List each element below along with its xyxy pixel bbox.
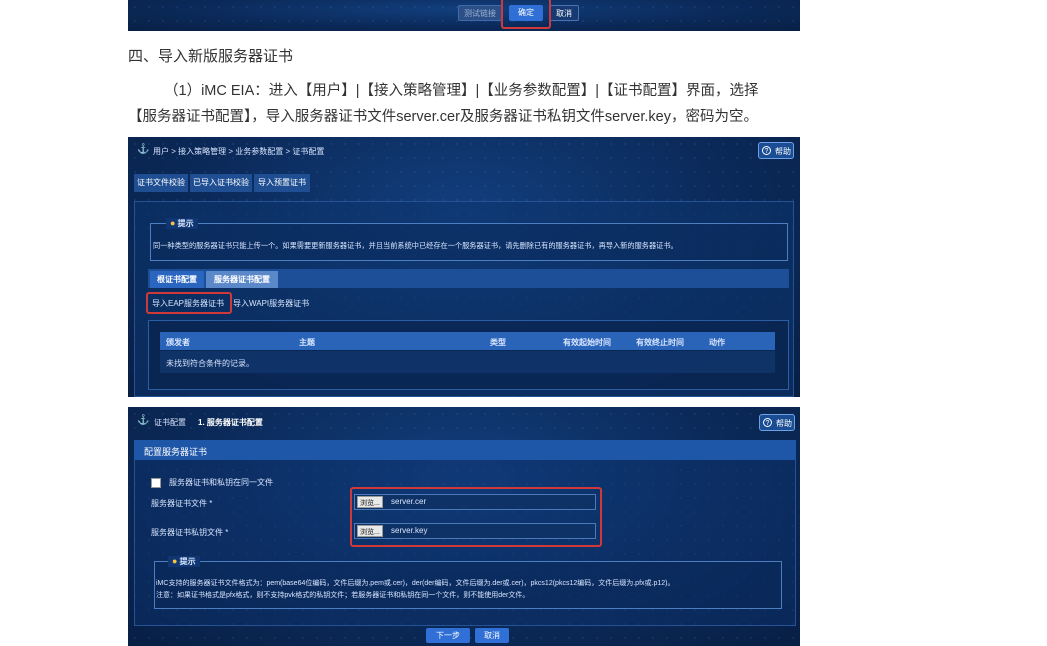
help-button-2[interactable]: ? 帮助 (759, 414, 795, 431)
import-wapi-cert-button[interactable]: 导入WAPI服务器证书 (233, 298, 309, 309)
cancel-button[interactable]: 取消 (549, 5, 579, 21)
tab-root-cert-config[interactable]: 根证书配置 (150, 271, 204, 288)
tab-import-preset-cert[interactable]: 导入预置证书 (254, 174, 310, 192)
cert-icon: ⚓ (137, 415, 150, 426)
tab-server-cert-config[interactable]: 服务器证书配置 (206, 271, 278, 288)
breadcrumb-prefix: 证书配置 (154, 418, 186, 427)
form-panel-title: 配置服务器证书 (144, 447, 208, 457)
tip-title-2-text: 提示 (179, 557, 196, 566)
test-link-button[interactable]: 测试链接 (458, 5, 502, 21)
tab-cert-file-check[interactable]: 证书文件校验 (134, 174, 188, 192)
same-file-checkbox[interactable] (151, 478, 161, 488)
help-icon-2: ? (763, 418, 772, 427)
top-screenshot-strip: 测试链接 确定 取消 (128, 0, 800, 31)
toolbar: 证书文件校验 已导入证书校验 导入预置证书 (134, 174, 310, 192)
tip-title-text: 提示 (177, 219, 194, 228)
col-issuer[interactable]: 颁发者 (166, 337, 190, 348)
highlight-ok-button (501, 0, 551, 29)
col-valid-from[interactable]: 有效起始时间 (563, 337, 611, 348)
user-icon: ⚓ (137, 144, 150, 155)
highlight-file-inputs (350, 487, 602, 547)
cert-file-label: 服务器证书文件 * (151, 499, 213, 508)
col-action: 动作 (709, 338, 725, 347)
lightbulb-icon: ● (170, 218, 176, 228)
next-step-button[interactable]: 下一步 (426, 628, 470, 643)
paragraph-line-1: （1）iMC EIA：进入【用户】|【接入策略管理】|【业务参数配置】|【证书配… (164, 83, 759, 99)
tip-title-2: ● 提示 (168, 556, 200, 567)
help-label-2: 帮助 (776, 419, 792, 428)
screenshot-server-cert-form: ⚓ 证书配置 1. 服务器证书配置 ? 帮助 配置服务器证书 服务器证书和私钥在… (128, 407, 800, 646)
cancel-button-2[interactable]: 取消 (475, 628, 509, 643)
breadcrumb-current: 1. 服务器证书配置 (198, 418, 263, 427)
tip-title: ● 提示 (166, 218, 198, 229)
help-label: 帮助 (775, 147, 791, 156)
help-button[interactable]: ? 帮助 (758, 142, 794, 159)
key-file-label: 服务器证书私钥文件 * (151, 528, 229, 537)
screenshot-cert-config: ⚓ 用户 > 接入策略管理 > 业务参数配置 > 证书配置 ? 帮助 证书文件校… (128, 137, 800, 397)
col-valid-to[interactable]: 有效终止时间 (636, 337, 684, 348)
lightbulb-icon-2: ● (172, 556, 178, 566)
help-icon: ? (762, 146, 771, 155)
tab-imported-cert-check[interactable]: 已导入证书校验 (190, 174, 252, 192)
paragraph-line-2: 【服务器证书配置】，导入服务器证书文件server.cer及服务器证书私钥文件s… (128, 109, 758, 125)
tip-text: 同一种类型的服务器证书只能上传一个。如果需要更新服务器证书，并且当前系统中已经存… (153, 241, 678, 250)
same-file-checkbox-label: 服务器证书和私钥在同一文件 (169, 478, 273, 487)
col-subject[interactable]: 主题 (299, 337, 315, 348)
highlight-import-eap (146, 292, 232, 314)
form-panel-title-bar (134, 440, 796, 460)
tip-line-1: iMC支持的服务器证书文件格式为：pem(base64位编码，文件后缀为.pem… (156, 580, 675, 587)
section-heading: 四、导入新版服务器证书 (128, 48, 294, 65)
tip-line-2: 注意：如果证书格式是pfx格式，则不支持pvk格式的私钥文件；若服务器证书和私钥… (156, 592, 530, 599)
breadcrumb: 用户 > 接入策略管理 > 业务参数配置 > 证书配置 (153, 147, 325, 156)
col-type[interactable]: 类型 (490, 337, 506, 348)
empty-row-text: 未找到符合条件的记录。 (166, 359, 254, 368)
